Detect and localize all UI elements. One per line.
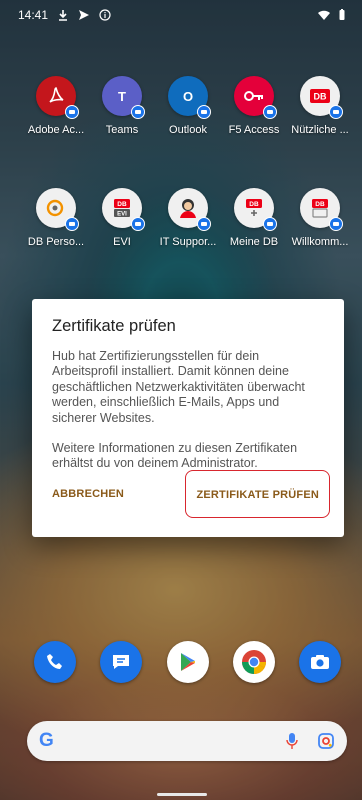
app-nuetzliche[interactable]: DB Nützliche ... <box>286 76 354 136</box>
info-icon <box>99 9 111 21</box>
app-row-2: DB Perso... DB EVI EVI IT Suppor... DB M… <box>0 188 362 258</box>
app-label: DB Perso... <box>27 236 85 248</box>
lens-icon[interactable] <box>317 732 335 750</box>
svg-text:EVI: EVI <box>117 212 127 218</box>
chrome-icon[interactable] <box>233 641 275 683</box>
messages-icon[interactable] <box>100 641 142 683</box>
app-label: F5 Access <box>228 124 280 136</box>
app-row-1: Adobe Ac... T Teams O Outlook F5 Access … <box>0 76 362 146</box>
dialog-body-paragraph-1: Hub hat Zertifizierungsstellen für dein … <box>52 349 305 425</box>
camera-icon[interactable] <box>299 641 341 683</box>
app-evi[interactable]: DB EVI EVI <box>88 188 156 248</box>
app-f5-access[interactable]: F5 Access <box>220 76 288 136</box>
app-label: IT Suppor... <box>159 236 217 248</box>
check-certificates-button[interactable]: ZERTIFIKATE PRÜFEN <box>196 489 319 501</box>
play-store-icon[interactable] <box>167 641 209 683</box>
dock <box>0 641 362 685</box>
google-logo-icon: G <box>39 730 54 751</box>
wifi-icon <box>318 10 330 20</box>
svg-text:DB: DB <box>117 201 127 208</box>
app-willkommen[interactable]: DB Willkomm... <box>286 188 354 248</box>
app-label: Meine DB <box>229 236 279 248</box>
db-personal-icon <box>36 188 79 231</box>
app-label: Teams <box>105 124 139 136</box>
app-outlook[interactable]: O Outlook <box>154 76 222 136</box>
certificate-dialog: Zertifikate prüfen Hub hat Zertifizierun… <box>32 299 344 537</box>
cancel-button[interactable]: ABBRECHEN <box>52 488 124 500</box>
work-badge-icon <box>263 217 277 231</box>
app-it-support[interactable]: IT Suppor... <box>154 188 222 248</box>
work-badge-icon <box>263 105 277 119</box>
download-icon <box>59 10 68 21</box>
work-badge-icon <box>131 217 145 231</box>
evi-icon: DB EVI <box>102 188 145 231</box>
teams-icon: T <box>102 76 145 119</box>
work-badge-icon <box>197 105 211 119</box>
status-time: 14:41 <box>18 8 49 22</box>
dialog-title: Zertifikate prüfen <box>52 317 176 335</box>
mic-icon[interactable] <box>285 732 299 750</box>
outlook-icon: O <box>168 76 211 119</box>
battery-icon <box>339 9 345 20</box>
app-meine-db[interactable]: DB Meine DB <box>220 188 288 248</box>
status-bar: 14:41 <box>0 0 362 30</box>
svg-text:DB: DB <box>249 201 259 208</box>
work-badge-icon <box>65 217 79 231</box>
work-badge-icon <box>65 105 79 119</box>
app-label: Nützliche ... <box>291 124 349 136</box>
send-icon <box>79 10 90 20</box>
app-db-personal[interactable]: DB Perso... <box>22 188 90 248</box>
dialog-body-paragraph-2: Weitere Informationen zu diesen Zertifik… <box>52 441 298 471</box>
home-screen: 14:41 Adobe Ac... T Teams O Outlook F5 A… <box>0 0 362 800</box>
willkommen-icon: DB <box>300 188 343 231</box>
app-label: Outlook <box>169 124 207 136</box>
it-support-icon <box>168 188 211 231</box>
dialog-body: Hub hat Zertifizierungsstellen für dein … <box>52 349 324 472</box>
app-teams[interactable]: T Teams <box>88 76 156 136</box>
app-adobe-acrobat[interactable]: Adobe Ac... <box>22 76 90 136</box>
meine-db-icon: DB <box>234 188 277 231</box>
app-label: EVI <box>113 236 131 248</box>
app-label: Adobe Ac... <box>27 124 85 136</box>
adobe-acrobat-icon <box>36 76 79 119</box>
work-badge-icon <box>197 217 211 231</box>
gesture-navigation-bar[interactable] <box>157 793 207 796</box>
svg-text:DB: DB <box>314 92 327 102</box>
work-badge-icon <box>131 105 145 119</box>
db-nuetzliche-icon: DB <box>300 76 343 119</box>
svg-text:DB: DB <box>315 201 325 208</box>
work-badge-icon <box>329 105 343 119</box>
confirm-button-highlight: ZERTIFIKATE PRÜFEN <box>185 470 330 518</box>
dialog-actions: ABBRECHEN ZERTIFIKATE PRÜFEN <box>52 470 330 518</box>
f5-access-icon <box>234 76 277 119</box>
work-badge-icon <box>329 217 343 231</box>
phone-icon[interactable] <box>34 641 76 683</box>
google-search-bar[interactable]: G <box>27 721 347 761</box>
app-label: Willkomm... <box>291 236 349 248</box>
